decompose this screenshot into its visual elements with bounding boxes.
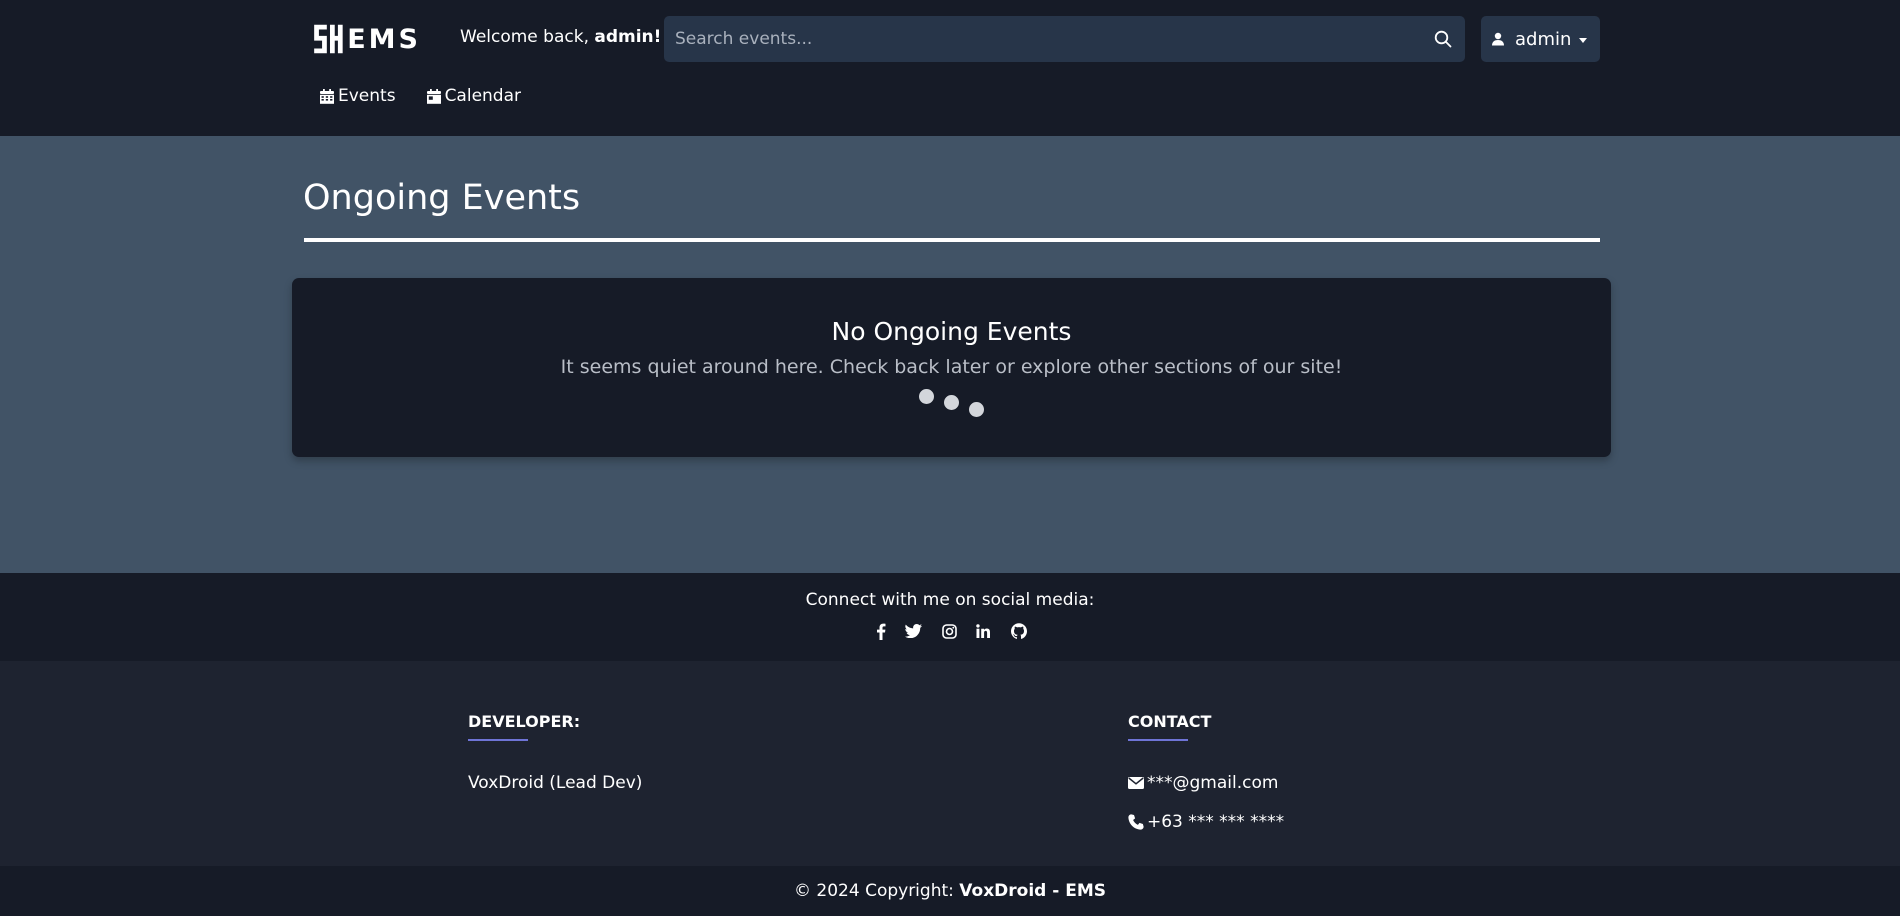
top-header: EMS Welcome back, admin! admin Events — [0, 0, 1900, 136]
social-text: Connect with me on social media: — [805, 590, 1095, 610]
developer-heading: DEVELOPER: — [468, 712, 581, 731]
empty-state-message: It seems quiet around here. Check back l… — [560, 356, 1343, 378]
twitter-icon[interactable] — [904, 622, 922, 640]
loading-dot — [944, 395, 959, 410]
loading-dot — [919, 389, 934, 404]
contact-email[interactable]: ***@gmail.com — [1128, 773, 1278, 793]
nav-item-label: Calendar — [444, 86, 522, 106]
empty-state-title: No Ongoing Events — [831, 317, 1072, 346]
contact-phone[interactable]: +63 *** *** **** — [1128, 812, 1284, 832]
nav-item-events[interactable]: Events — [320, 86, 396, 106]
empty-state-card: No Ongoing Events It seems quiet around … — [292, 278, 1611, 457]
copyright-prefix: © 2024 Copyright: — [794, 881, 960, 901]
phone-icon — [1128, 814, 1144, 830]
heading-underline — [1128, 739, 1188, 741]
search-input[interactable] — [664, 16, 1421, 62]
page-title: Ongoing Events — [303, 178, 581, 218]
loading-dot — [969, 402, 984, 417]
envelope-icon — [1128, 777, 1144, 789]
info-footer: DEVELOPER: VoxDroid (Lead Dev) CONTACT *… — [0, 661, 1900, 866]
contact-heading: CONTACT — [1128, 712, 1212, 731]
social-band: Connect with me on social media: — [0, 573, 1900, 661]
copyright-owner[interactable]: VoxDroid - EMS — [959, 881, 1106, 901]
nav-item-calendar[interactable]: Calendar — [426, 86, 522, 106]
nav-item-label: Events — [338, 86, 396, 106]
user-menu-button[interactable]: admin — [1481, 16, 1600, 62]
instagram-icon[interactable] — [940, 622, 958, 640]
main-nav: Events Calendar — [320, 86, 521, 106]
user-menu-label: admin — [1515, 28, 1572, 50]
heading-underline — [468, 739, 528, 741]
chevron-down-icon — [1579, 37, 1588, 43]
calendar-day-icon — [426, 88, 441, 104]
calendar-grid-icon — [320, 88, 334, 104]
facebook-icon[interactable] — [872, 622, 890, 640]
welcome-username: admin! — [594, 27, 662, 47]
site-logo[interactable]: EMS — [311, 17, 421, 61]
github-icon[interactable] — [1010, 622, 1028, 640]
copyright-bar: © 2024 Copyright: VoxDroid - EMS — [0, 866, 1900, 916]
developer-name: VoxDroid (Lead Dev) — [468, 773, 643, 793]
welcome-message: Welcome back, admin! — [460, 27, 661, 47]
welcome-prefix: Welcome back, — [460, 27, 595, 47]
logo-text: EMS — [347, 23, 421, 55]
logo-mark-icon — [314, 24, 343, 54]
title-divider — [304, 238, 1600, 242]
search-bar — [664, 16, 1465, 62]
linkedin-icon[interactable] — [975, 622, 991, 640]
contact-phone-text: +63 *** *** **** — [1147, 812, 1285, 832]
user-icon — [1492, 32, 1504, 46]
contact-email-text: ***@gmail.com — [1147, 773, 1279, 793]
search-icon[interactable] — [1421, 16, 1465, 62]
